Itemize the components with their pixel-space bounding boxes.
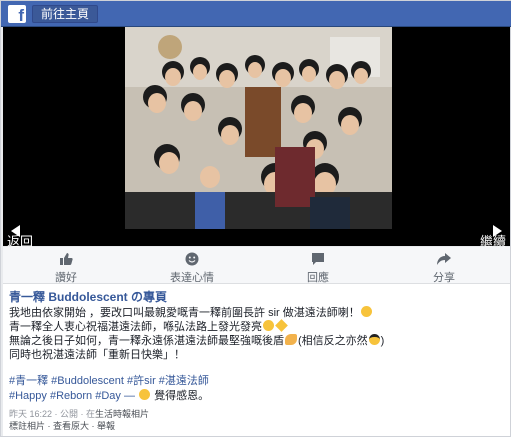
react-label: 表達心情	[170, 272, 214, 284]
smiley-icon	[185, 252, 199, 266]
post-body: 我地由依家開始 ，要改口叫最親愛嘅青一釋前圍長許 sir 做湛遠法師喇！ 青一釋…	[9, 306, 384, 362]
go-to-homepage-button[interactable]: 前往主頁	[32, 5, 99, 23]
hashtags: #青一釋 #Buddolescent #許sir #湛遠法師 #Happy #R…	[9, 374, 209, 404]
comment-bubble-icon	[312, 253, 324, 265]
flexed-biceps-emoji-icon	[285, 334, 297, 345]
comment-button[interactable]: 回應	[255, 249, 381, 284]
sunglasses-emoji-icon	[368, 334, 380, 345]
feeling-text: 覺得感恩。	[154, 390, 210, 402]
post-content: 青一釋 Buddolescent の專頁 我地由依家開始 ，要改口叫最親愛嘅青一…	[3, 284, 510, 436]
share-arrow-icon	[437, 253, 451, 265]
page-title-link[interactable]: 青一釋 Buddolescent の專頁	[9, 288, 167, 305]
facebook-logo-icon[interactable]: f	[8, 5, 26, 25]
share-label: 分享	[433, 272, 455, 284]
hashtag-line-2: #Happy #Reborn #Day — 覺得感恩。	[9, 389, 210, 402]
facebook-photo-viewer: f 前往主頁 返回 繼續 讚好 表達心情 回應 分享 青一釋 Buddolesc…	[0, 0, 511, 437]
grinning-emoji-icon	[263, 320, 274, 331]
top-bar: f 前往主頁	[1, 1, 511, 27]
post-line-1: 我地由依家開始 ，要改口叫最親愛嘅青一釋前圍長許 sir 做湛遠法師喇！	[9, 306, 384, 320]
post-meta: 昨天 16:22 · 公開 · 在生活時報相片 標註相片 · 查看原大 · 舉報	[9, 408, 149, 432]
post-meta-line: 昨天 16:22 · 公開 · 在生活時報相片	[9, 408, 149, 420]
sparkles-emoji-icon	[275, 319, 288, 332]
hashtag-line-1[interactable]: #青一釋 #Buddolescent #許sir #湛遠法師	[9, 374, 209, 389]
post-line-4: 同時也祝湛遠法師「重新日快樂」！	[9, 349, 185, 361]
post-line-3: 無論之後日子如何，青一釋永遠係湛遠法師最堅強嘅後盾 (相信反之亦然)	[9, 334, 385, 347]
feeling-emoji-icon	[139, 389, 151, 400]
photo-options-links[interactable]: 標註相片 · 查看原大 · 舉報	[9, 420, 149, 432]
like-button[interactable]: 讚好	[3, 249, 129, 284]
group-photo	[125, 27, 392, 229]
thumbs-up-icon	[60, 253, 73, 265]
like-label: 讚好	[55, 272, 77, 284]
comment-label: 回應	[307, 272, 329, 284]
album-link[interactable]: 生活時報相片	[95, 409, 149, 419]
photo-viewer: 返回 繼續	[3, 27, 510, 249]
share-button[interactable]: 分享	[381, 249, 507, 284]
post-line-2: 青一釋全人衷心祝福湛遠法師，喺弘法路上發光發亮	[9, 319, 384, 334]
react-button[interactable]: 表達心情	[129, 249, 255, 284]
laughing-emoji-icon	[360, 306, 372, 317]
post-timestamp[interactable]: 昨天 16:22 · 公開 · 在	[9, 409, 95, 419]
action-bar: 讚好 表達心情 回應 分享	[3, 247, 510, 284]
